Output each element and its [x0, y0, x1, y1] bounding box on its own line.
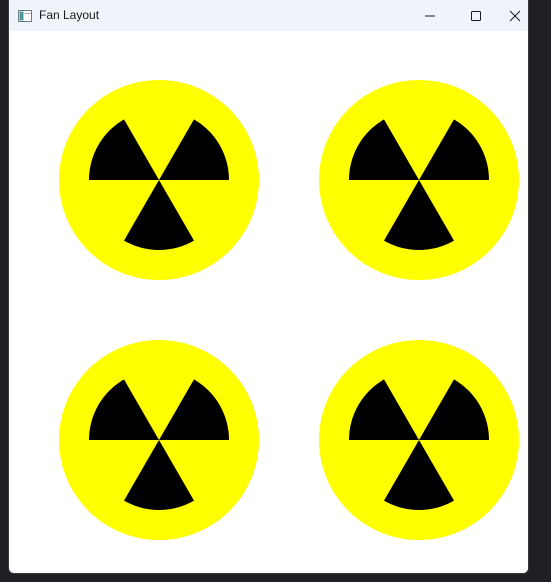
- radiation-symbol-icon: [319, 80, 519, 280]
- window-title: Fan Layout: [39, 8, 100, 22]
- close-icon: [509, 10, 520, 21]
- maximize-button[interactable]: [453, 0, 499, 31]
- fan-grid: [9, 31, 528, 573]
- radiation-symbol-icon: [59, 80, 259, 280]
- minimize-icon: [425, 15, 435, 16]
- close-button[interactable]: [499, 0, 528, 31]
- fan-bottom-left: [59, 340, 259, 540]
- maximize-icon: [471, 10, 481, 21]
- fan-layout-window: Fan Layout: [8, 0, 529, 574]
- fan-bottom-right: [319, 340, 519, 540]
- title-bar[interactable]: Fan Layout: [9, 0, 528, 31]
- fan-top-left: [59, 80, 259, 280]
- fan-top-right: [319, 80, 519, 280]
- window-app-icon[interactable]: [17, 8, 33, 24]
- minimize-button[interactable]: [407, 0, 453, 31]
- radiation-symbol-icon: [59, 340, 259, 540]
- radiation-symbol-icon: [319, 340, 519, 540]
